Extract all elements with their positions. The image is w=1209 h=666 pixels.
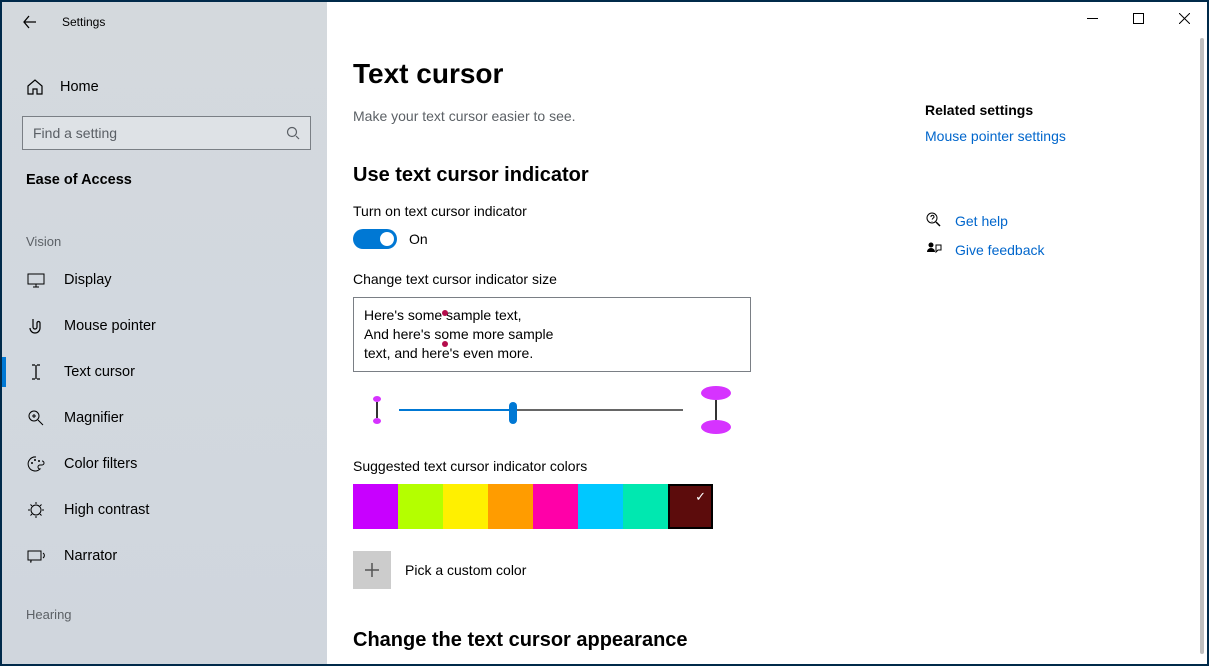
color-swatch-6[interactable] [623, 484, 668, 529]
related-settings-title: Related settings [925, 102, 1153, 118]
main: Text cursor Make your text cursor easier… [327, 2, 1207, 664]
plus-icon [364, 562, 380, 578]
sidebar-item-color-filters[interactable]: Color filters [2, 441, 327, 487]
sample-text-box: Here's some sample text, And here's some… [353, 297, 751, 372]
window-title: Settings [62, 15, 105, 29]
sample-line-1: Here's some sample text, [364, 306, 740, 325]
page-title: Text cursor [353, 58, 885, 90]
sidebar: Settings Home Ease of Access Vision Displ… [2, 2, 327, 664]
sidebar-item-label: Color filters [64, 456, 137, 472]
color-swatch-7[interactable] [668, 484, 713, 529]
arrow-left-icon [23, 15, 37, 29]
right-rail: Related settings Mouse pointer settings … [917, 2, 1177, 664]
sidebar-home-label: Home [60, 79, 99, 95]
back-button[interactable] [22, 14, 38, 30]
sidebar-item-text-cursor[interactable]: Text cursor [2, 349, 327, 395]
sidebar-group-heading: Hearing [2, 579, 327, 630]
sidebar-item-label: Narrator [64, 548, 117, 564]
give-feedback-link[interactable]: Give feedback [955, 242, 1045, 258]
color-swatches [353, 484, 885, 529]
size-label: Change text cursor indicator size [353, 271, 885, 287]
contrast-icon [26, 501, 46, 519]
sidebar-item-label: Mouse pointer [64, 318, 156, 334]
help-icon [925, 212, 943, 229]
color-swatch-1[interactable] [398, 484, 443, 529]
indicator-toggle[interactable] [353, 229, 397, 249]
appearance-heading: Change the text cursor appearance [353, 629, 885, 652]
sample-line-3: text, and here's even more. [364, 344, 740, 363]
sidebar-group-heading: Vision [2, 206, 327, 257]
sample-line-2: And here's some more sample [364, 325, 740, 344]
page-description: Make your text cursor easier to see. [353, 108, 885, 124]
cursor-preview-small-icon [373, 396, 381, 424]
color-swatch-0[interactable] [353, 484, 398, 529]
search-input-wrap[interactable] [22, 116, 311, 150]
search-input[interactable] [33, 125, 286, 141]
search-icon [286, 126, 300, 140]
palette-icon [26, 455, 46, 473]
sidebar-item-display[interactable]: Display [2, 257, 327, 303]
scrollbar[interactable] [1200, 38, 1204, 654]
sidebar-item-label: Magnifier [64, 410, 124, 426]
sidebar-item-high-contrast[interactable]: High contrast [2, 487, 327, 533]
sidebar-item-label: Text cursor [64, 364, 135, 380]
minimize-button[interactable] [1069, 2, 1115, 34]
window-controls [1069, 2, 1207, 34]
size-slider[interactable] [399, 409, 683, 411]
pointer-icon [26, 317, 46, 335]
sidebar-item-label: Display [64, 272, 112, 288]
size-slider-thumb[interactable] [509, 402, 517, 424]
textcursor-icon [26, 363, 46, 381]
monitor-icon [26, 271, 46, 289]
toggle-state: On [409, 231, 428, 247]
color-swatch-3[interactable] [488, 484, 533, 529]
get-help-link[interactable]: Get help [955, 213, 1008, 229]
colors-label: Suggested text cursor indicator colors [353, 458, 885, 474]
sidebar-item-narrator[interactable]: Narrator [2, 533, 327, 579]
narrator-icon [26, 547, 46, 565]
color-swatch-5[interactable] [578, 484, 623, 529]
magnifier-icon [26, 409, 46, 427]
home-icon [26, 78, 44, 96]
close-button[interactable] [1161, 2, 1207, 34]
sidebar-item-label: High contrast [64, 502, 149, 518]
sidebar-item-mouse-pointer[interactable]: Mouse pointer [2, 303, 327, 349]
cursor-preview-large-icon [701, 386, 731, 434]
indicator-heading: Use text cursor indicator [353, 164, 885, 187]
cursor-indicator-top [442, 310, 448, 316]
custom-color-label: Pick a custom color [405, 562, 526, 578]
cursor-indicator-bottom [442, 341, 448, 347]
sidebar-home[interactable]: Home [2, 64, 327, 110]
sidebar-item-magnifier[interactable]: Magnifier [2, 395, 327, 441]
color-swatch-4[interactable] [533, 484, 578, 529]
feedback-icon [925, 241, 943, 258]
custom-color-button[interactable] [353, 551, 391, 589]
sidebar-section-title: Ease of Access [2, 170, 327, 206]
maximize-button[interactable] [1115, 2, 1161, 34]
color-swatch-2[interactable] [443, 484, 488, 529]
toggle-label: Turn on text cursor indicator [353, 203, 885, 219]
mouse-pointer-settings-link[interactable]: Mouse pointer settings [925, 128, 1066, 144]
